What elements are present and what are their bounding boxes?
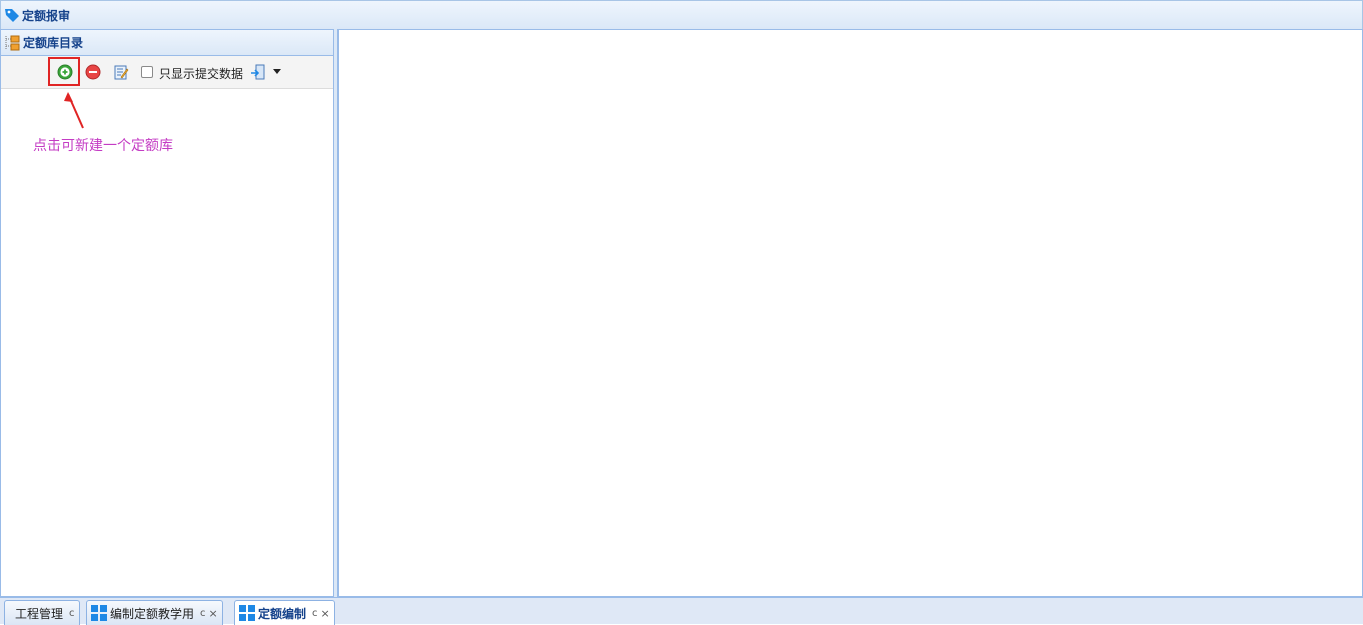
tab-quota-teaching[interactable]: 编制定额教学用 c × [86, 600, 223, 625]
tab-label: 定额编制 [258, 606, 307, 621]
bottom-tab-bar: 工程管理 c 编制定额教学用 c × 定额编制 c × [0, 597, 1363, 625]
tag-icon [5, 9, 19, 22]
tab-project-management[interactable]: 工程管理 c [4, 600, 80, 625]
left-panel: 定额库目录 只显示提交数据 点击可新建一个定额库 [0, 29, 334, 597]
windows-icon [91, 605, 107, 621]
content-panel [338, 29, 1363, 597]
left-panel-title: 定额库目录 [23, 36, 84, 50]
annotation-text: 点击可新建一个定额库 [33, 138, 173, 154]
left-panel-toolbar: 只显示提交数据 [1, 56, 333, 89]
refresh-icon[interactable]: c [69, 608, 75, 619]
export-button[interactable] [250, 64, 266, 80]
close-icon[interactable]: × [321, 607, 330, 620]
refresh-icon[interactable]: c [200, 608, 206, 619]
refresh-icon[interactable]: c [312, 608, 318, 619]
windows-icon [239, 605, 255, 621]
add-library-button[interactable] [57, 64, 73, 80]
submitted-only-checkbox[interactable] [141, 66, 153, 78]
tab-label: 编制定额教学用 [110, 606, 195, 621]
tree-icon [5, 35, 20, 50]
delete-library-button[interactable] [85, 64, 101, 80]
tab-quota-editing[interactable]: 定额编制 c × [234, 600, 335, 625]
tab-label: 工程管理 [15, 606, 64, 621]
annotation-arrow [64, 92, 84, 129]
edit-library-button[interactable] [113, 64, 129, 80]
window-title: 定额报审 [22, 8, 71, 23]
submitted-only-label: 只显示提交数据 [159, 67, 244, 81]
left-panel-header: 定额库目录 [1, 30, 333, 56]
close-icon[interactable]: × [209, 607, 218, 620]
window-titlebar: 定额报审 [0, 0, 1363, 30]
caret-down-icon[interactable] [273, 69, 281, 74]
